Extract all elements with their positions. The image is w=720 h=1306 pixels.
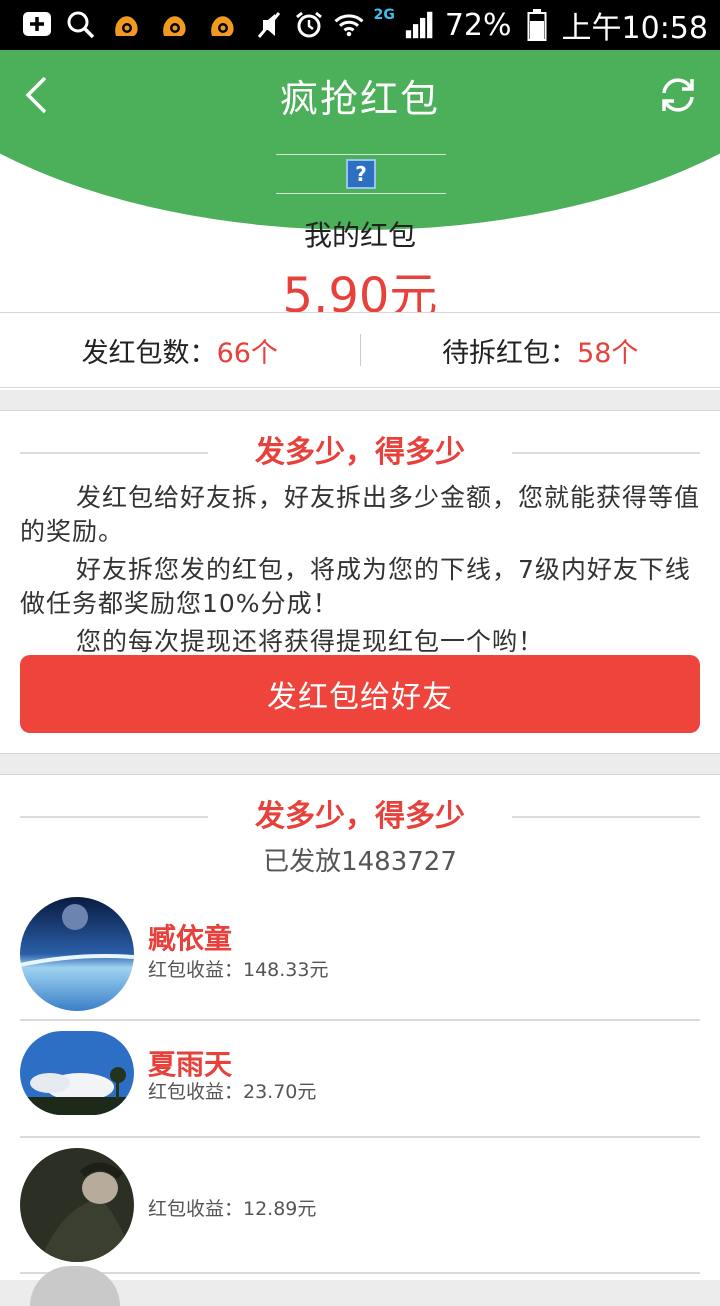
divider: [20, 816, 208, 818]
list-item[interactable]: 夏雨天 红包收益：23.70元: [20, 1021, 700, 1138]
promo-paragraph: 好友拆您发的红包，将成为您的下线，7级内好友下线做任务都奖励您10%分成！: [0, 553, 720, 621]
user-name: 臧依童: [148, 917, 232, 957]
battery-icon: [522, 10, 552, 40]
promo-paragraph: 您的每次提现还将获得提现红包一个哟！: [0, 625, 720, 659]
user-earnings: 红包收益：148.33元: [148, 955, 328, 982]
section-title-text: 发多少，得多少: [255, 791, 465, 835]
page-title: 疯抢红包: [280, 68, 440, 123]
back-button[interactable]: [16, 72, 56, 118]
uc-browser-icon: [158, 8, 192, 42]
clock: 上午10:58: [562, 3, 708, 47]
pending-count-value: 58个: [577, 338, 638, 369]
signal-icon: [405, 10, 435, 40]
pending-count-label: 待拆红包：: [442, 338, 577, 369]
network-type-label: 2G: [374, 7, 395, 23]
pending-count-stat: 待拆红包：58个: [361, 331, 720, 370]
list-item[interactable]: 红包收益：12.89元: [20, 1138, 700, 1274]
section-title: 发多少，得多少: [0, 411, 720, 487]
user-earnings: 红包收益：23.70元: [148, 1077, 316, 1104]
section-title: 发多少，得多少: [0, 775, 720, 851]
search-icon: [66, 10, 96, 40]
sent-count-stat: 发红包数：66个: [0, 331, 360, 370]
refresh-button[interactable]: [656, 72, 700, 118]
mute-icon: [254, 10, 284, 40]
ranking-list: 臧依童 红包收益：148.33元 夏雨天 红包收益：23.70元: [20, 893, 700, 1274]
promo-card: 发多少，得多少 发红包给好友拆，好友拆出多少金额，您就能获得等值的奖励。 好友拆…: [0, 410, 720, 754]
uc-browser-icon: [110, 8, 144, 42]
alarm-icon: [294, 10, 324, 40]
title-bar: 疯抢红包: [0, 50, 720, 140]
chevron-left-icon: [23, 75, 49, 115]
promo-paragraph: 发红包给好友拆，好友拆出多少金额，您就能获得等值的奖励。: [0, 481, 720, 549]
sent-count-value: 66个: [217, 338, 278, 369]
divider: [20, 452, 208, 454]
battery-percent: 72%: [445, 8, 512, 43]
list-item[interactable]: 臧依童 红包收益：148.33元: [20, 893, 700, 1021]
stats-row: 发红包数：66个 待拆红包：58个: [0, 312, 720, 388]
section-title-text: 发多少，得多少: [255, 427, 465, 471]
status-bar: 2G 72% 上午10:58: [0, 0, 720, 50]
avatar: [20, 897, 134, 1011]
add-notification-icon: [22, 10, 52, 40]
avatar: [20, 1031, 134, 1115]
sent-count-label: 发红包数：: [82, 338, 217, 369]
wifi-icon: [334, 10, 364, 40]
uc-browser-icon: [206, 8, 240, 42]
help-icon: ?: [346, 159, 376, 189]
divider: [512, 816, 700, 818]
refresh-icon: [658, 75, 698, 115]
user-earnings: 红包收益：12.89元: [148, 1194, 316, 1221]
avatar: [20, 1148, 134, 1262]
send-red-packet-button[interactable]: 发红包给好友: [20, 655, 700, 733]
help-button[interactable]: ?: [276, 154, 446, 194]
divider: [512, 452, 700, 454]
wallet-label: 我的红包: [0, 214, 720, 254]
ranking-card: 发多少，得多少 已发放1483727 臧依童 红包收益：148.33元: [0, 774, 720, 1280]
